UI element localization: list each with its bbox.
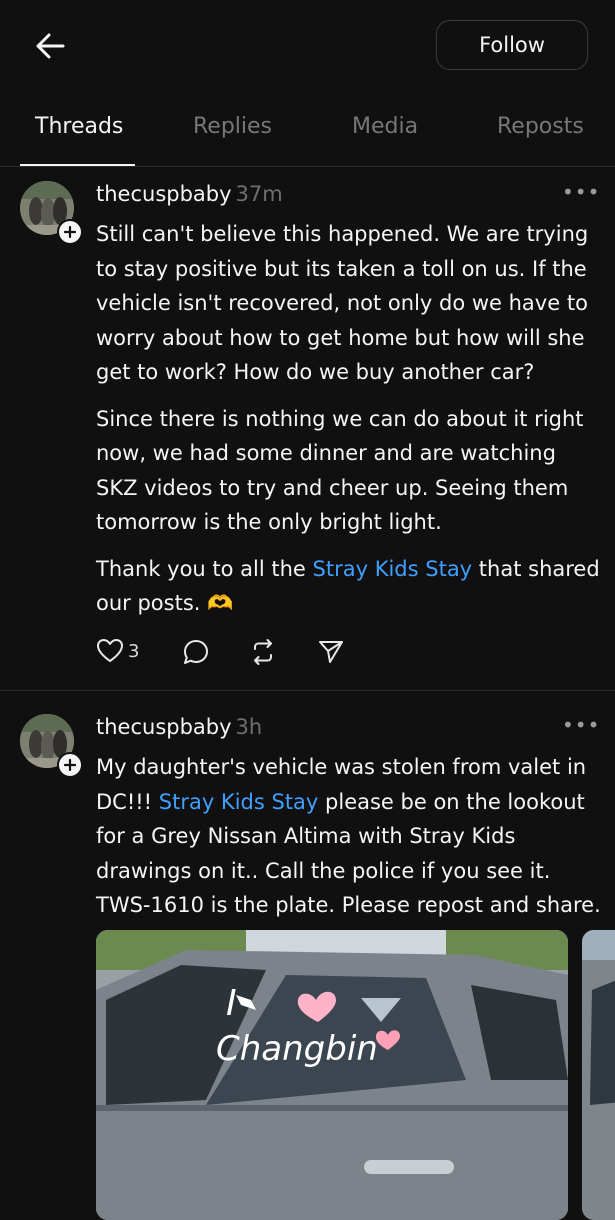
more-options-icon[interactable]: ••• [562,180,600,204]
follow-plus-badge[interactable] [57,219,83,245]
reply-button[interactable] [182,638,210,666]
text-run: Thank you to all the [96,556,313,581]
repost-icon [254,639,272,665]
post-divider [0,690,615,691]
send-icon [319,641,343,663]
photo-text-name: Changbin [216,1029,378,1069]
post-paragraph: My daughter's vehicle was stolen from va… [96,750,601,923]
photo-text-i: I [226,983,237,1024]
heart-icon [97,639,123,662]
username[interactable]: thecuspbaby [96,182,232,206]
profile-tabs: Threads Replies Media Reposts [0,100,615,167]
post-time: 3h [235,715,263,739]
post-header: thecuspbaby 3h [96,715,262,739]
plus-icon [64,759,76,771]
post-paragraph: Since there is nothing we can do about i… [96,402,601,540]
mention-link[interactable]: Stray Kids Stay [313,557,473,581]
text-run: Since there is nothing we can do about i… [96,406,584,535]
tab-reposts[interactable]: Reposts [497,114,584,139]
post-text: My daughter's vehicle was stolen from va… [96,750,601,923]
username[interactable]: thecuspbaby [96,715,232,739]
repost-button[interactable] [249,638,277,666]
car-photo: I Changbin [96,930,568,1220]
tab-replies[interactable]: Replies [193,114,272,139]
post-text: Still can't believe this happened. We ar… [96,217,601,621]
follow-button[interactable]: Follow [436,20,588,70]
plus-icon [64,226,76,238]
post-paragraph: Thank you to all the Stray Kids Stay tha… [96,552,601,621]
more-options-icon[interactable]: ••• [562,713,600,737]
comment-icon [184,640,208,664]
tab-media[interactable]: Media [352,114,418,139]
post-image[interactable]: I Changbin [96,930,568,1220]
follow-plus-badge[interactable] [57,752,83,778]
mention-link[interactable]: Stray Kids Stay [159,790,319,814]
post-paragraph: Still can't believe this happened. We ar… [96,217,601,390]
post-time: 37m [235,182,283,206]
active-tab-indicator [20,164,135,166]
post-image-2[interactable] [582,930,615,1220]
like-count: 3 [128,640,140,662]
like-button[interactable]: 3 [96,638,139,664]
arrow-left-icon [36,33,65,59]
post-header: thecuspbaby 37m [96,182,283,206]
car-photo-2 [582,930,615,1220]
back-button[interactable] [30,28,70,64]
tab-threads[interactable]: Threads [35,114,123,139]
text-run: Still can't believe this happened. We ar… [96,222,589,384]
share-button[interactable] [317,638,345,666]
top-bar: Follow [0,0,615,90]
